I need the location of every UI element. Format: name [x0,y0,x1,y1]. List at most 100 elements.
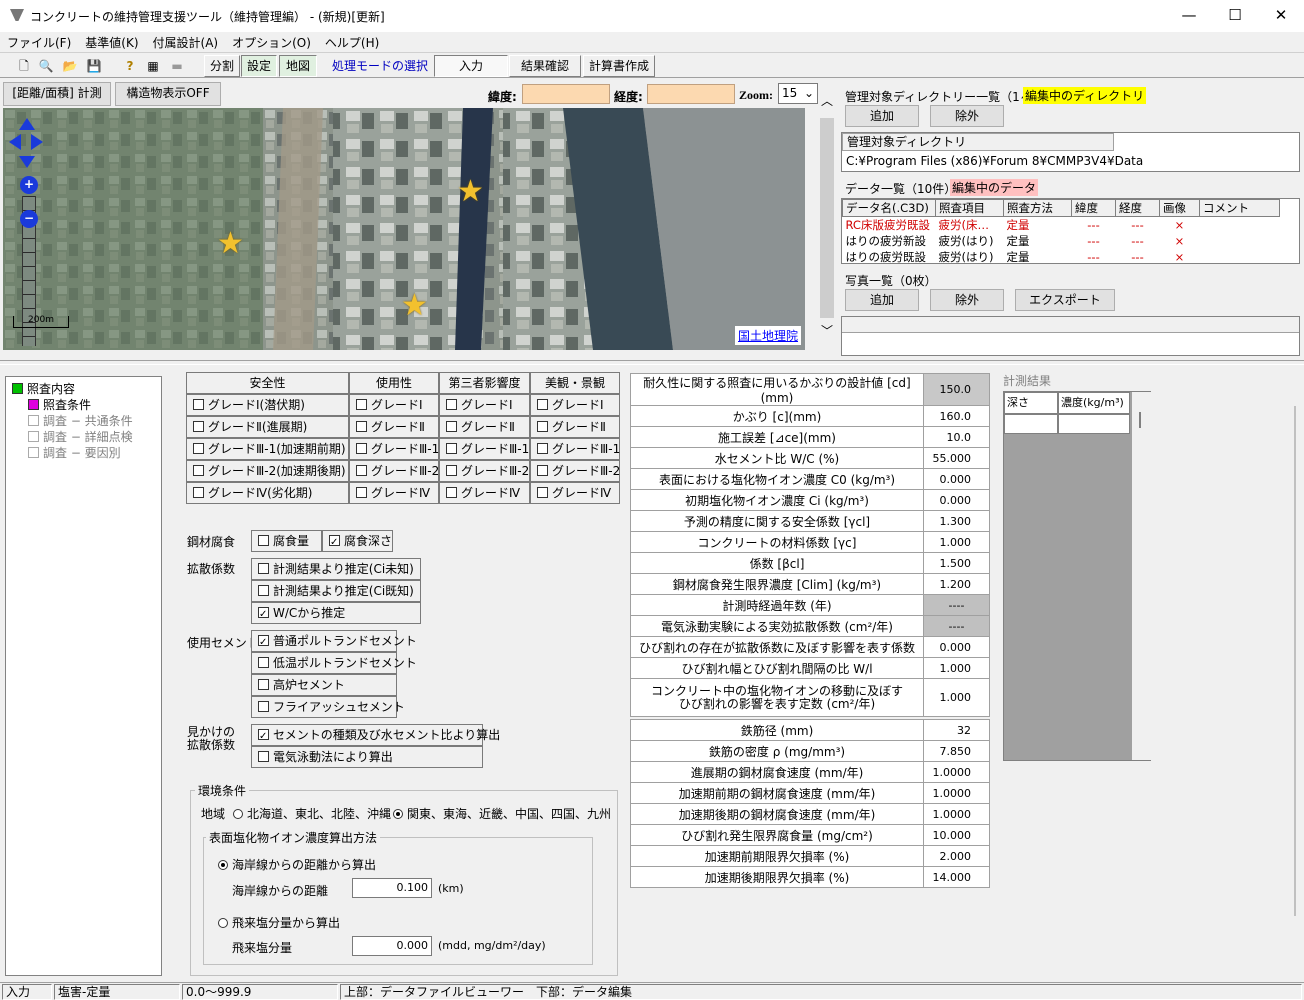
parameter-value-input[interactable]: 1.0000 [923,761,990,783]
diff-ci-unknown-checkbox[interactable]: 計測結果より推定(Ci未知) [251,558,421,580]
pan-left-icon[interactable] [9,134,21,150]
pan-up-icon[interactable] [19,118,35,130]
grade-checkbox[interactable]: グレードⅠ [349,394,439,416]
cement-blast-furnace-checkbox[interactable]: 高炉セメント [251,674,397,696]
grade-checkbox[interactable]: グレードⅢ-2 [439,460,530,482]
structure-toggle-button[interactable]: 構造物表示OFF [115,82,221,106]
photo-list[interactable] [841,316,1300,356]
parameter-value-input[interactable]: 1.000 [923,678,990,717]
measure-cell[interactable] [1004,414,1058,434]
diff-ci-known-checkbox[interactable]: 計測結果より推定(Ci既知) [251,580,421,602]
photo-add-button[interactable]: 追加 [845,289,919,311]
navigation-tree[interactable]: 照査内容 照査条件 調査 − 共通条件 調査 − 詳細点検 調査 − 要因別 [5,376,162,976]
menu-design[interactable]: 付属設計(A) [146,32,226,53]
grade-checkbox[interactable]: グレードⅣ [530,482,620,504]
lower-scrollbar[interactable] [1288,376,1302,976]
data-list[interactable]: データ名(.C3D) 照査項目 照査方法 緯度 経度 画像 コメント RC床版疲… [841,198,1300,264]
map-button[interactable]: 地図 [279,55,317,77]
zoom-select[interactable]: 15 ⌄ [778,83,818,104]
parameter-value-input[interactable]: 1.300 [923,510,990,532]
grade-checkbox[interactable]: グレードⅢ-2(加速期後期) [186,460,349,482]
col-check-item[interactable]: 照査項目 [935,199,1004,217]
col-comment[interactable]: コメント [1199,199,1280,217]
directory-list[interactable]: 管理対象ディレクトリ C:¥Program Files (x86)¥Forum … [841,132,1300,172]
maximize-button[interactable]: ☐ [1212,0,1258,32]
zoom-in-icon[interactable]: + [20,176,38,194]
parameter-value-input[interactable]: 0.000 [923,468,990,490]
region-radio-north[interactable]: 北海道、東北、北陸、沖縄 [233,805,391,822]
parameter-value-input[interactable]: 2.000 [923,845,990,867]
menu-help[interactable]: ヘルプ(H) [318,32,386,53]
cement-low-heat-checkbox[interactable]: 低温ポルトランドセメント [251,652,417,674]
close-button[interactable]: ✕ [1258,0,1304,32]
grade-checkbox[interactable]: グレードⅡ(進展期) [186,416,349,438]
parameter-value-input[interactable]: 7.850 [923,740,990,762]
parameter-value-input[interactable]: 1.000 [923,657,990,679]
grade-checkbox[interactable]: グレードⅢ-1(加速期前期) [186,438,349,460]
grade-checkbox[interactable]: グレードⅠ(潜伏期) [186,394,349,416]
setting-button[interactable]: 設定 [241,55,277,77]
menu-option[interactable]: オプション(O) [225,32,318,53]
grade-checkbox[interactable]: グレードⅣ(劣化期) [186,482,349,504]
parameter-value-input[interactable]: 1.0000 [923,803,990,825]
mode-input-button[interactable]: 入力 [434,55,508,77]
menu-file[interactable]: ファイル(F) [0,32,78,53]
measure-col-depth[interactable]: 深さ(mm) [1004,392,1058,429]
parameter-value-input[interactable]: 1.500 [923,552,990,574]
photo-remove-button[interactable]: 除外 [930,289,1004,311]
directory-path[interactable]: C:¥Program Files (x86)¥Forum 8¥CMMP3V4¥D… [846,153,1143,169]
measure-button[interactable]: [距離/面積] 計測 [3,82,111,106]
latitude-field[interactable] [522,84,610,104]
preview-icon[interactable]: 🔍 [36,55,56,77]
dir-add-button[interactable]: 追加 [845,105,919,127]
method-salt-radio[interactable]: 飛来塩分量から算出 [218,914,340,931]
table-row[interactable]: RC床版疲労既設 疲労(床… 定量 --- --- × [842,216,1280,233]
col-lat[interactable]: 緯度 [1071,199,1116,217]
corrosion-amount-checkbox[interactable]: 腐食量 [251,530,322,552]
map-credit-link[interactable]: 国土地理院 [735,326,802,345]
star-marker-icon[interactable]: ★ [401,288,428,323]
split-button[interactable]: 分割 [204,55,240,77]
grade-checkbox[interactable]: グレードⅠ [530,394,620,416]
pan-control[interactable] [9,118,45,170]
tree-item-common[interactable]: 調査 − 共通条件 [28,412,133,429]
save-icon[interactable]: 💾 [84,55,104,77]
grade-checkbox[interactable]: グレードⅡ [349,416,439,438]
aerial-map[interactable]: + − 200m ★ ★ ★ 国土地理院 [3,108,805,350]
grade-checkbox[interactable]: グレードⅣ [349,482,439,504]
measure-col-conc[interactable]: 濃度(kg/m³) [1058,392,1130,414]
parameter-value-input[interactable]: 150.0 [923,373,990,406]
col-check-method[interactable]: 照査方法 [1003,199,1072,217]
grade-checkbox[interactable]: グレードⅢ-2 [530,460,620,482]
col-data-name[interactable]: データ名(.C3D) [842,199,936,217]
col-image[interactable]: 画像 [1159,199,1200,217]
scroll-thumb[interactable] [820,118,834,318]
help-icon[interactable]: ? [120,55,140,77]
cement-normal-checkbox[interactable]: 普通ポルトランドセメント [251,630,417,653]
apparent-electro-checkbox[interactable]: 電気泳動法により算出 [251,746,483,768]
cement-flyash-checkbox[interactable]: フライアッシュセメント [251,696,405,718]
calculator-icon[interactable]: ▦ [142,55,164,77]
measure-cell[interactable] [1058,414,1130,434]
tree-item-factor[interactable]: 調査 − 要因別 [28,444,121,461]
pan-down-icon[interactable] [19,156,35,168]
parameter-value-input[interactable]: 0.000 [923,489,990,511]
grade-checkbox[interactable]: グレードⅡ [439,416,530,438]
table-row[interactable]: はりの疲労既設 疲労(はり) 定量 --- --- × [842,249,1280,263]
grade-checkbox[interactable]: グレードⅠ [439,394,530,416]
corrosion-depth-checkbox[interactable]: 腐食深さ [322,530,393,553]
distance-input[interactable]: 0.100 [352,878,432,898]
star-marker-icon[interactable]: ★ [457,174,484,209]
mode-report-button[interactable]: 計算書作成 [583,55,655,77]
grade-checkbox[interactable]: グレードⅢ-1 [439,438,530,460]
method-distance-radio[interactable]: 海岸線からの距離から算出 [218,856,376,873]
grade-checkbox[interactable]: グレードⅡ [530,416,620,438]
grade-checkbox[interactable]: グレードⅢ-1 [530,438,620,460]
scroll-up-icon[interactable]: ︿ [821,92,833,109]
tree-item-check-content[interactable]: 照査内容 [12,380,75,397]
parameter-value-input[interactable]: 32 [923,719,990,741]
salt-input[interactable]: 0.000 [352,936,432,956]
measure-scrollbar[interactable] [1132,392,1151,760]
parameter-value-input[interactable]: 1.000 [923,531,990,553]
parameter-value-input[interactable]: 1.0000 [923,782,990,804]
